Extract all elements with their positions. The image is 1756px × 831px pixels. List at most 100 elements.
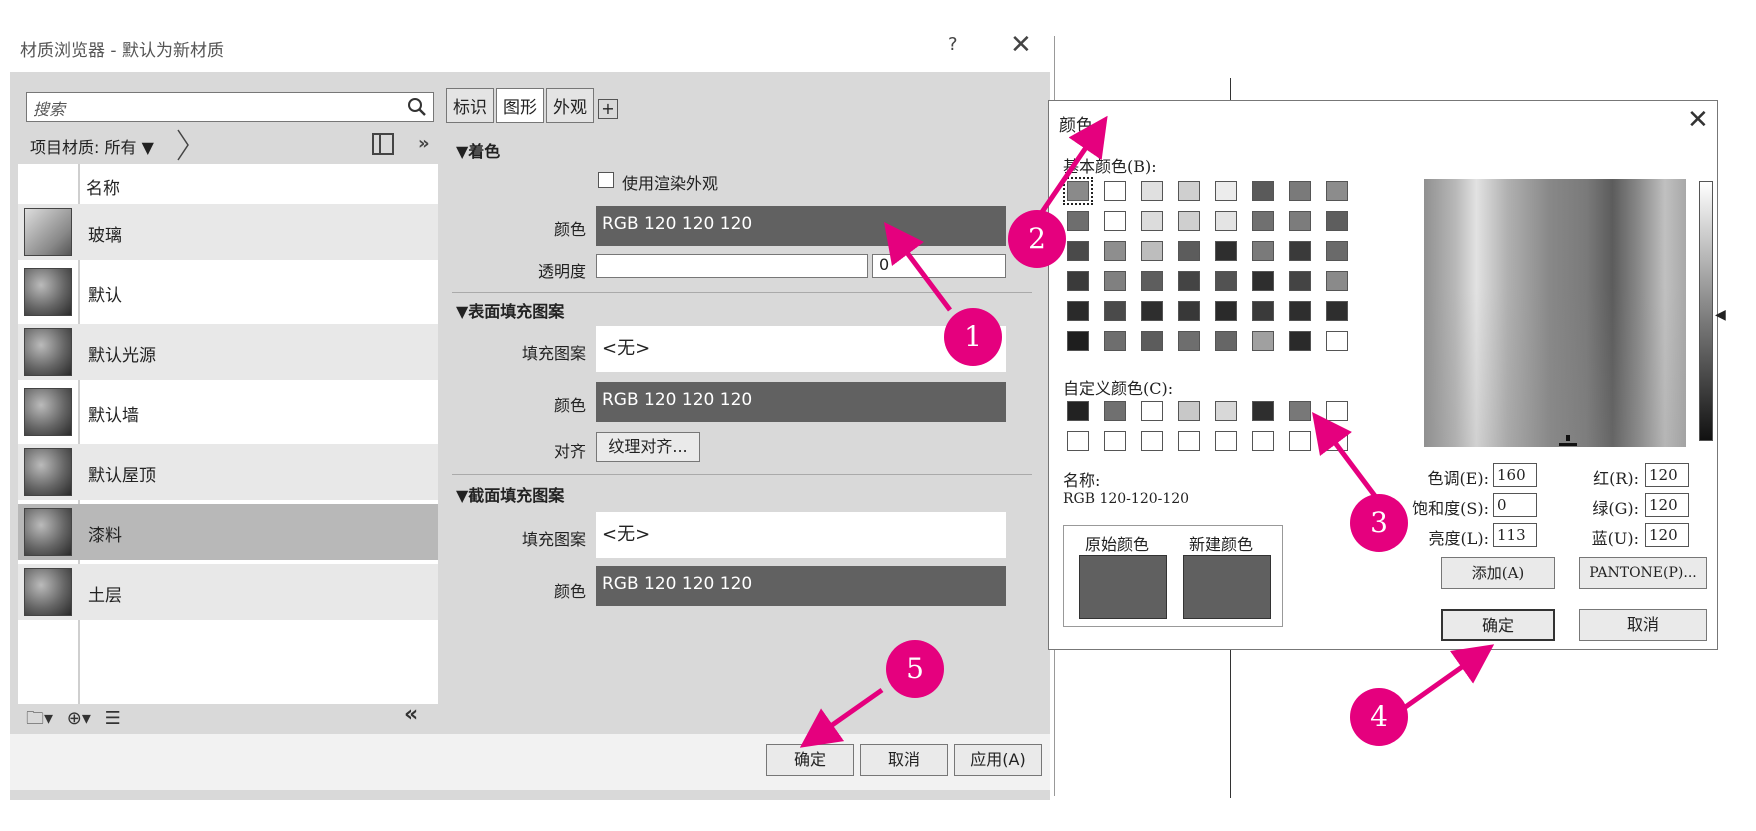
shading-color-button[interactable]: RGB 120 120 120 (596, 206, 1006, 246)
add-material-icon[interactable]: ⊕▾ (67, 708, 91, 729)
basic-color-swatch[interactable] (1289, 331, 1311, 351)
basic-color-swatch[interactable] (1141, 271, 1163, 291)
luminance-slider[interactable] (1699, 181, 1713, 441)
basic-color-swatch[interactable] (1215, 241, 1237, 261)
list-item[interactable]: 默认墙 (18, 384, 438, 440)
custom-color-swatch[interactable] (1178, 401, 1200, 421)
render-appearance-checkbox[interactable] (598, 172, 614, 188)
hue-input[interactable]: 160 (1493, 463, 1537, 487)
basic-color-swatch[interactable] (1289, 211, 1311, 231)
cut-pattern-field[interactable]: <无> (596, 512, 1006, 558)
basic-color-swatch[interactable] (1104, 181, 1126, 201)
basic-color-swatch[interactable] (1141, 301, 1163, 321)
green-input[interactable]: 120 (1645, 493, 1689, 517)
view-toggle-icon[interactable] (372, 133, 394, 155)
section-surface-pattern[interactable]: ▼表面填充图案 (456, 298, 564, 322)
custom-color-swatch[interactable] (1141, 401, 1163, 421)
basic-color-swatch[interactable] (1104, 301, 1126, 321)
saturation-input[interactable]: 0 (1493, 493, 1537, 517)
transparency-input[interactable]: 0 (872, 254, 1006, 278)
section-cut-pattern[interactable]: ▼截面填充图案 (456, 482, 564, 506)
library-icon[interactable]: 🗀▾ (26, 708, 53, 729)
basic-color-swatch[interactable] (1178, 271, 1200, 291)
basic-color-swatch[interactable] (1215, 331, 1237, 351)
list-view-icon[interactable]: ☰ (105, 708, 121, 729)
basic-color-swatch[interactable] (1252, 271, 1274, 291)
blue-input[interactable]: 120 (1645, 523, 1689, 547)
basic-color-swatch[interactable] (1289, 181, 1311, 201)
basic-color-swatch[interactable] (1326, 241, 1348, 261)
basic-color-swatch[interactable] (1063, 177, 1093, 205)
basic-color-swatch[interactable] (1289, 301, 1311, 321)
close-icon[interactable]: ✕ (1687, 105, 1709, 135)
color-spectrum[interactable] (1424, 179, 1686, 447)
basic-color-swatch[interactable] (1067, 271, 1089, 291)
basic-color-swatch[interactable] (1215, 211, 1237, 231)
basic-color-swatch[interactable] (1326, 271, 1348, 291)
list-item[interactable]: 默认屋顶 (18, 444, 438, 500)
transparency-slider[interactable] (596, 254, 868, 278)
basic-color-swatch[interactable] (1326, 301, 1348, 321)
tab-graphics[interactable]: 图形 (496, 88, 544, 123)
custom-color-swatch[interactable] (1104, 401, 1126, 421)
custom-color-swatch[interactable] (1067, 401, 1089, 421)
custom-color-swatch[interactable] (1289, 431, 1311, 451)
basic-color-swatch[interactable] (1104, 331, 1126, 351)
ok-button[interactable]: 确定 (766, 744, 854, 776)
basic-color-swatch[interactable] (1326, 211, 1348, 231)
color-ok-button[interactable]: 确定 (1441, 609, 1555, 641)
basic-color-swatch[interactable] (1067, 241, 1089, 261)
list-item[interactable]: 土层 (18, 564, 438, 620)
basic-color-swatch[interactable] (1289, 271, 1311, 291)
custom-color-swatch[interactable] (1141, 431, 1163, 451)
list-header-name[interactable]: 名称 (86, 174, 120, 199)
list-item[interactable]: 默认光源 (18, 324, 438, 380)
luminance-arrow-icon[interactable]: ◀ (1715, 307, 1726, 323)
basic-color-swatch[interactable] (1141, 331, 1163, 351)
basic-color-swatch[interactable] (1178, 181, 1200, 201)
color-cancel-button[interactable]: 取消 (1579, 609, 1707, 641)
basic-color-swatch[interactable] (1067, 211, 1089, 231)
basic-color-swatch[interactable] (1252, 241, 1274, 261)
basic-color-swatch[interactable] (1326, 331, 1348, 351)
collapse-panel-icon[interactable]: « (404, 702, 418, 727)
cancel-button[interactable]: 取消 (860, 744, 948, 776)
basic-color-swatch[interactable] (1067, 301, 1089, 321)
expand-panel-icon[interactable]: » (418, 133, 430, 154)
basic-color-swatch[interactable] (1178, 211, 1200, 231)
add-custom-color-button[interactable]: 添加(A) (1441, 557, 1555, 589)
help-icon[interactable]: ? (948, 34, 958, 55)
custom-color-swatch[interactable] (1252, 401, 1274, 421)
close-icon[interactable]: ✕ (1010, 30, 1032, 60)
custom-color-swatch[interactable] (1215, 431, 1237, 451)
texture-align-button[interactable]: 纹理对齐... (596, 432, 700, 462)
basic-color-swatch[interactable] (1252, 301, 1274, 321)
apply-button[interactable]: 应用(A) (954, 744, 1042, 776)
custom-color-swatch[interactable] (1252, 431, 1274, 451)
luminance-input[interactable]: 113 (1493, 523, 1537, 547)
basic-color-swatch[interactable] (1178, 241, 1200, 261)
add-tab-icon[interactable]: + (598, 98, 618, 119)
custom-color-swatch[interactable] (1326, 401, 1348, 421)
basic-color-swatch[interactable] (1178, 301, 1200, 321)
basic-color-swatch[interactable] (1141, 211, 1163, 231)
basic-color-swatch[interactable] (1289, 241, 1311, 261)
basic-color-swatch[interactable] (1067, 331, 1089, 351)
section-shading[interactable]: ▼着色 (456, 138, 500, 162)
basic-color-swatch[interactable] (1104, 241, 1126, 261)
basic-color-swatch[interactable] (1104, 211, 1126, 231)
search-input[interactable]: 搜索 (26, 92, 434, 122)
basic-color-swatch[interactable] (1252, 181, 1274, 201)
basic-color-swatch[interactable] (1252, 211, 1274, 231)
pantone-button[interactable]: PANTONE(P)... (1579, 557, 1707, 589)
cut-color-button[interactable]: RGB 120 120 120 (596, 566, 1006, 606)
custom-color-swatch[interactable] (1067, 431, 1089, 451)
basic-color-swatch[interactable] (1178, 331, 1200, 351)
basic-color-swatch[interactable] (1215, 181, 1237, 201)
custom-color-swatch[interactable] (1289, 401, 1311, 421)
list-item[interactable]: 玻璃 (18, 204, 438, 260)
spectrum-crosshair-icon[interactable] (1559, 435, 1577, 449)
tab-identity[interactable]: 标识 (446, 88, 494, 123)
custom-color-swatch[interactable] (1178, 431, 1200, 451)
basic-color-swatch[interactable] (1141, 181, 1163, 201)
